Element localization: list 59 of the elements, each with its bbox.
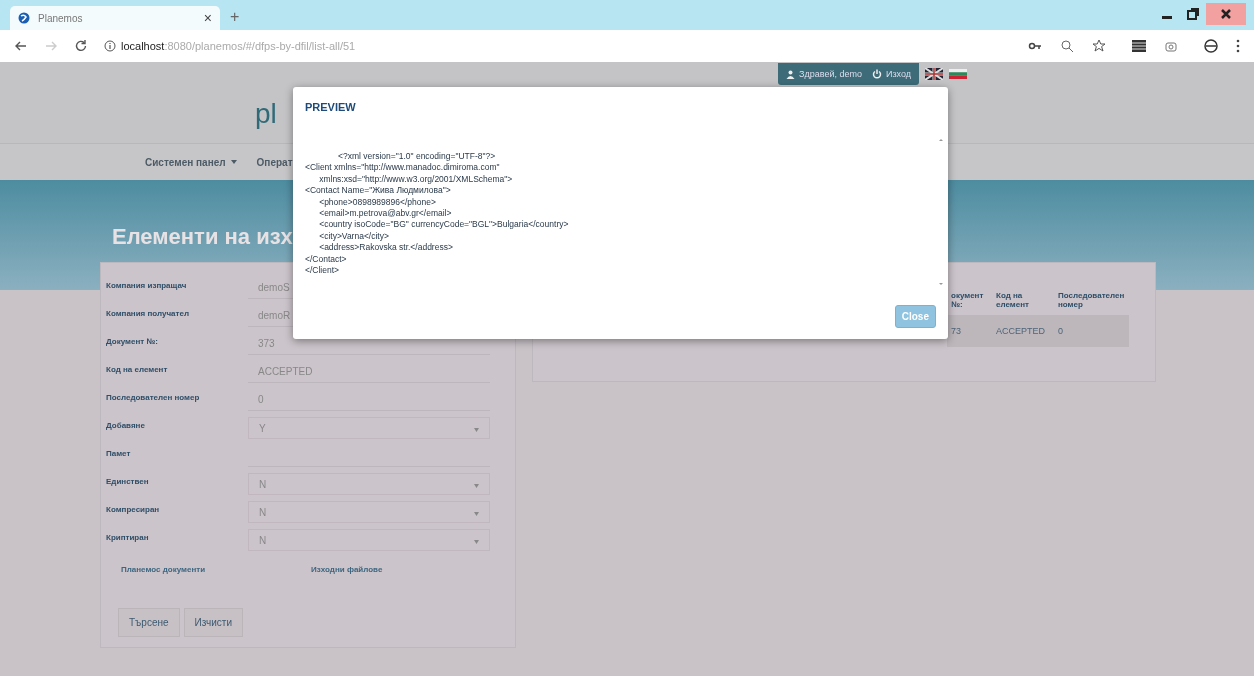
field-label: Криптиран <box>106 532 150 542</box>
select-field[interactable]: N <box>248 473 490 495</box>
table-cell: 73 <box>947 315 992 347</box>
modal-title: PREVIEW <box>305 101 357 113</box>
logo: pl <box>255 99 277 129</box>
tab-close-button[interactable]: × <box>203 10 212 26</box>
clear-button[interactable]: Изчисти <box>183 608 243 637</box>
field-label: Документ №: <box>106 336 159 346</box>
user-menu-button[interactable]: Здравей, demo <box>786 69 862 79</box>
browser-tab[interactable]: Planemos × <box>10 6 220 30</box>
input-field[interactable]: ACCEPTED <box>248 361 490 383</box>
zoom-icon[interactable] <box>1060 39 1074 53</box>
profile-icon[interactable] <box>1204 39 1218 53</box>
input-field[interactable]: 0 <box>248 389 490 411</box>
globe-icon <box>18 12 30 24</box>
caret-icon <box>474 511 479 516</box>
field-label: Компресиран <box>106 504 161 514</box>
field-label: Памет <box>106 448 132 458</box>
table-cell: 0 <box>1054 315 1129 347</box>
new-tab-button[interactable]: + <box>230 8 240 26</box>
column-header: окумент №: <box>947 291 992 315</box>
menu-icon[interactable] <box>1236 39 1240 53</box>
caret-icon <box>474 539 479 544</box>
tab-link[interactable]: Изходни файлове <box>311 565 383 574</box>
field-label: Последователен номер <box>106 392 201 402</box>
close-icon[interactable] <box>1206 3 1246 25</box>
extension-icon[interactable] <box>1132 39 1146 53</box>
back-arrow-icon[interactable] <box>14 39 28 53</box>
star-icon[interactable] <box>1092 39 1106 53</box>
caret-icon <box>474 427 479 432</box>
nav-menu-item[interactable]: Операт <box>256 156 293 168</box>
bulgarian-flag-icon[interactable] <box>949 69 967 79</box>
field-label: Добавяне <box>106 420 146 430</box>
field-label: Компания изпращач <box>106 280 188 290</box>
url-host[interactable]: localhost <box>121 40 165 52</box>
search-button[interactable]: Търсене <box>118 608 180 637</box>
xml-preview: <?xml version="1.0" encoding="UTF-8"?> <Client xmlns="http://www.manadoc.dimiroma.com" xmlns:xsd="http://www.w3.org/2001/XMLSchema"> <Contact Name="Жива Людмилова"> <phone>0898989896</phone> <email>m.petrova@abv.gr</email> <country isoCode="BG" currencyCode="BGL">Bulgaria</country> <city>Varna</city> <address>Rakovska str.</address> </Contact> </Client> <box>305 151 570 277</box>
reload-icon[interactable] <box>74 39 88 53</box>
field-label: Единствен <box>106 476 150 486</box>
power-icon <box>871 69 882 79</box>
page-title: Елементи на изх <box>112 224 293 250</box>
user-icon <box>786 69 795 79</box>
select-field[interactable]: Y <box>248 417 490 439</box>
field-label: Код на елемент <box>106 364 169 374</box>
column-header: Последователен номер <box>1054 291 1129 315</box>
tab-title: Planemos <box>38 12 84 24</box>
tab-link[interactable]: Планемос документи <box>121 565 206 574</box>
info-icon[interactable] <box>104 40 116 52</box>
field-label: Компания получател <box>106 308 190 318</box>
select-field[interactable]: N <box>248 529 490 551</box>
caret-icon <box>474 483 479 488</box>
column-header: Код на елемент <box>992 291 1054 315</box>
url-path[interactable]: :8080/planemos/#/dfps-by-dfil/list-all/51 <box>164 40 356 52</box>
camera-icon[interactable] <box>1164 39 1178 53</box>
nav-menu-item[interactable]: Системен панел <box>145 156 237 168</box>
select-field[interactable]: N <box>248 501 490 523</box>
table-cell: ACCEPTED <box>992 315 1054 347</box>
logout-button[interactable]: Изход <box>871 69 911 79</box>
uk-flag-icon[interactable] <box>925 68 943 80</box>
